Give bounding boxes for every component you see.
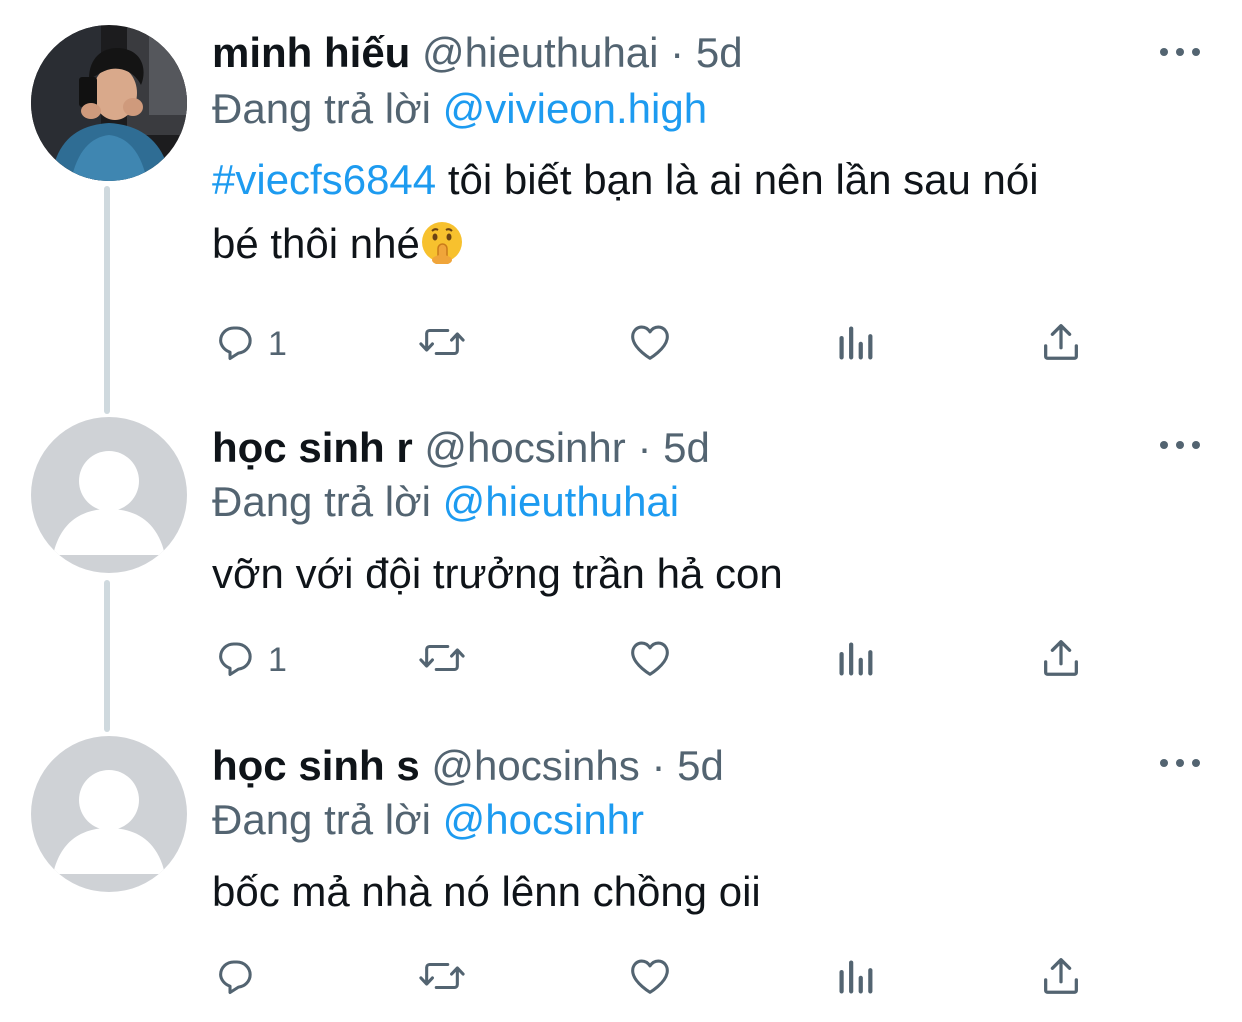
username[interactable]: @hieuthuhai <box>422 29 658 76</box>
replying-to: Đang trả lời @vivieon.high <box>212 84 707 134</box>
reply-icon <box>212 953 258 1004</box>
tweet-header: minh hiếu @hieuthuhai · 5d <box>212 28 743 78</box>
replying-to-label: Đang trả lời <box>212 796 431 843</box>
like-button[interactable] <box>626 948 674 1008</box>
tweet-actions: 1 <box>212 314 1112 374</box>
tweet-header: học sinh s @hocsinhs · 5d <box>212 741 724 791</box>
separator: · <box>637 424 652 471</box>
analytics-icon <box>834 319 876 370</box>
tweet-text: #viecfs6844 tôi biết bạn là ai nên lần s… <box>212 148 1212 282</box>
reply-button[interactable] <box>212 948 268 1008</box>
mention-link[interactable]: @hocsinhr <box>443 796 644 843</box>
reply-icon <box>212 319 258 370</box>
analytics-icon <box>834 635 876 686</box>
retweet-button[interactable] <box>416 314 468 374</box>
timestamp[interactable]: 5d <box>677 742 724 789</box>
tweet-text: vỡn với đội trưởng trần hả con <box>212 542 1212 606</box>
separator: · <box>670 29 685 76</box>
more-icon[interactable] <box>1158 753 1202 773</box>
analytics-icon <box>834 953 876 1004</box>
tweet-actions <box>212 948 1112 1008</box>
display-name[interactable]: học sinh r <box>212 424 413 471</box>
display-name[interactable]: minh hiếu <box>212 29 410 76</box>
more-icon[interactable] <box>1158 42 1202 62</box>
tweet[interactable]: học sinh s @hocsinhs · 5d Đang trả lời @… <box>0 720 1242 1022</box>
timestamp[interactable]: 5d <box>696 29 743 76</box>
reply-count: 1 <box>268 640 287 679</box>
like-icon <box>626 319 674 370</box>
reply-count: 1 <box>268 324 287 363</box>
display-name[interactable]: học sinh s <box>212 742 420 789</box>
share-button[interactable] <box>1038 948 1084 1008</box>
replying-to: Đang trả lời @hocsinhr <box>212 795 644 845</box>
tweet-text: bốc mả nhà nó lênn chồng oii <box>212 860 1212 924</box>
replying-to-label: Đang trả lời <box>212 478 431 525</box>
analytics-button[interactable] <box>834 314 876 374</box>
separator: · <box>651 742 666 789</box>
tweet[interactable]: học sinh r @hocsinhr · 5d Đang trả lời @… <box>0 400 1242 720</box>
more-icon[interactable] <box>1158 435 1202 455</box>
tweet[interactable]: minh hiếu @hieuthuhai · 5d Đang trả lời … <box>0 0 1242 400</box>
tweet-text-part: tôi biết bạn là ai nên lần sau nói <box>436 156 1039 203</box>
tweet-actions: 1 <box>212 630 1112 690</box>
username[interactable]: @hocsinhr <box>424 424 625 471</box>
share-button[interactable] <box>1038 630 1084 690</box>
share-button[interactable] <box>1038 314 1084 374</box>
mention-link[interactable]: @hieuthuhai <box>443 478 679 525</box>
like-button[interactable] <box>626 314 674 374</box>
tweet-text-part: bốc mả nhà nó lênn chồng oii <box>212 868 761 915</box>
username[interactable]: @hocsinhs <box>431 742 639 789</box>
mention-link[interactable]: @vivieon.high <box>443 85 707 132</box>
tweet-text-part: vỡn với đội trưởng trần hả con <box>212 550 783 597</box>
share-icon <box>1038 635 1084 686</box>
replying-to: Đang trả lời @hieuthuhai <box>212 477 679 527</box>
tweet-text-part: bé thôi nhé <box>212 220 420 267</box>
shushing-face-emoji <box>420 218 464 282</box>
retweet-button[interactable] <box>416 630 468 690</box>
share-icon <box>1038 953 1084 1004</box>
analytics-button[interactable] <box>834 948 876 1008</box>
timestamp[interactable]: 5d <box>663 424 710 471</box>
like-icon <box>626 635 674 686</box>
like-button[interactable] <box>626 630 674 690</box>
reply-icon <box>212 635 258 686</box>
reply-button[interactable]: 1 <box>212 314 287 374</box>
retweet-icon <box>416 319 468 370</box>
tweet-header: học sinh r @hocsinhr · 5d <box>212 423 710 473</box>
replying-to-label: Đang trả lời <box>212 85 431 132</box>
avatar[interactable] <box>31 417 187 573</box>
avatar[interactable] <box>31 25 187 181</box>
like-icon <box>626 953 674 1004</box>
hashtag-link[interactable]: #viecfs6844 <box>212 156 436 203</box>
retweet-button[interactable] <box>416 948 468 1008</box>
retweet-icon <box>416 635 468 686</box>
retweet-icon <box>416 953 468 1004</box>
reply-button[interactable]: 1 <box>212 630 287 690</box>
share-icon <box>1038 319 1084 370</box>
avatar[interactable] <box>31 736 187 892</box>
analytics-button[interactable] <box>834 630 876 690</box>
